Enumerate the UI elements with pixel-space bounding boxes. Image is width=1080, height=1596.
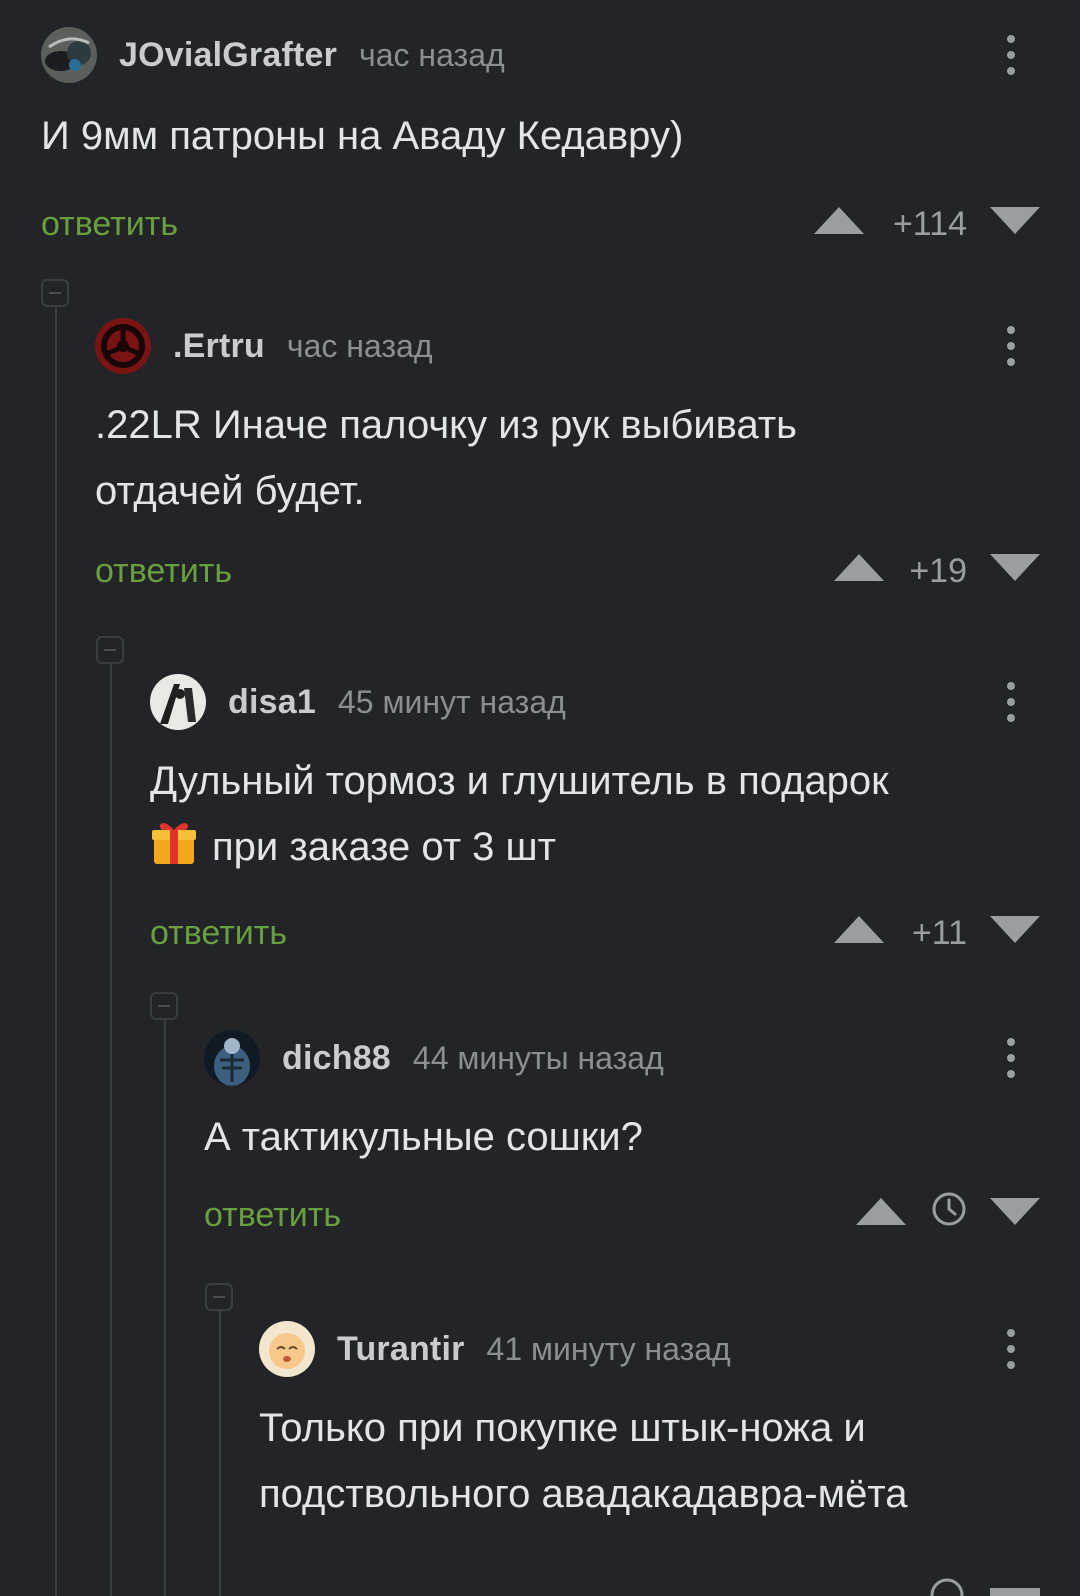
- timestamp: час назад: [286, 327, 433, 364]
- username[interactable]: disa1: [228, 683, 316, 722]
- thread-line: [55, 306, 57, 1596]
- upvote-icon[interactable]: [856, 1198, 906, 1225]
- clock-icon: [932, 1192, 966, 1226]
- clock-icon: [930, 1578, 964, 1596]
- comment: dich88 44 минуты назад А тактикульные со…: [204, 1030, 1040, 1240]
- comment-text-line: при заказе от 3 шт: [150, 814, 1040, 886]
- downvote-icon[interactable]: [990, 554, 1040, 581]
- downvote-icon[interactable]: [990, 1588, 1040, 1596]
- comment-text: Только при покупке штык-ножа и подстволь…: [259, 1406, 908, 1516]
- comment-text: .22LR Иначе палочку из рук выбивать отда…: [95, 403, 798, 513]
- comment: JOvialGrafter час назад И 9мм патроны на…: [41, 27, 1040, 249]
- downvote-icon[interactable]: [990, 207, 1040, 234]
- avatar[interactable]: [95, 318, 151, 374]
- more-vertical-icon[interactable]: [1006, 31, 1016, 79]
- reply-button[interactable]: ответить: [150, 914, 287, 953]
- downvote-icon[interactable]: [990, 916, 1040, 943]
- timestamp: 44 минуты назад: [412, 1039, 664, 1076]
- gift-emoji: [150, 818, 198, 886]
- username[interactable]: JOvialGrafter: [119, 36, 337, 75]
- comment-actions: ответить: [204, 1190, 1040, 1240]
- username[interactable]: Turantir: [337, 1330, 465, 1369]
- comment-header: .Ertru час назад: [95, 318, 1040, 374]
- comment: disa1 45 минут назад Дульный тормоз и гл…: [150, 674, 1040, 958]
- more-vertical-icon[interactable]: [1006, 678, 1016, 726]
- timestamp: 45 минут назад: [337, 683, 566, 720]
- comment-text: А тактикульные сошки?: [204, 1115, 643, 1159]
- comment-text-line: Дульный тормоз и глушитель в подарок: [150, 759, 889, 803]
- comment: Turantir 41 минуту назад Только при поку…: [259, 1321, 1040, 1527]
- comment-header: disa1 45 минут назад: [150, 674, 1040, 730]
- thread-line: [164, 1019, 166, 1596]
- more-vertical-icon[interactable]: [1006, 322, 1016, 370]
- comment-header: JOvialGrafter час назад: [41, 27, 1040, 83]
- thread-line: [110, 663, 112, 1596]
- comment-header: dich88 44 минуты назад: [204, 1030, 1040, 1086]
- collapse-thread-button[interactable]: [205, 1283, 233, 1311]
- comment: .Ertru час назад .22LR Иначе палочку из …: [95, 318, 1040, 596]
- upvote-icon[interactable]: [814, 207, 864, 234]
- collapse-thread-button[interactable]: [96, 636, 124, 664]
- avatar[interactable]: [150, 674, 206, 730]
- thread-line: [219, 1310, 221, 1596]
- username[interactable]: .Ertru: [173, 327, 265, 366]
- reply-button[interactable]: ответить: [204, 1196, 341, 1235]
- downvote-icon[interactable]: [990, 1198, 1040, 1225]
- comment-text-fragment: при заказе от 3 шт: [212, 825, 556, 869]
- timestamp: час назад: [359, 36, 505, 73]
- more-vertical-icon[interactable]: [1006, 1034, 1016, 1082]
- avatar[interactable]: [41, 27, 97, 83]
- more-vertical-icon[interactable]: [1006, 1325, 1016, 1373]
- comment-text: Дульный тормоз и глушитель в подарок при…: [150, 748, 1040, 886]
- comment-text: И 9мм патроны на Аваду Кедавру): [41, 114, 684, 158]
- avatar[interactable]: [259, 1321, 315, 1377]
- comment-actions: ответить +19: [95, 546, 1040, 596]
- avatar[interactable]: [204, 1030, 260, 1086]
- upvote-icon[interactable]: [834, 916, 884, 943]
- timestamp: 41 минуту назад: [486, 1330, 731, 1367]
- reply-button[interactable]: ответить: [41, 205, 178, 244]
- collapse-thread-button[interactable]: [41, 279, 69, 307]
- reply-button[interactable]: ответить: [95, 552, 232, 591]
- collapse-thread-button[interactable]: [150, 992, 178, 1020]
- comment-header: Turantir 41 минуту назад: [259, 1321, 1040, 1377]
- upvote-icon[interactable]: [834, 554, 884, 581]
- vote-score: +19: [909, 552, 967, 590]
- vote-score: +11: [911, 914, 967, 952]
- username[interactable]: dich88: [282, 1039, 391, 1078]
- comment-actions: ответить +11: [150, 908, 1040, 958]
- vote-score: +114: [892, 205, 967, 243]
- comment-actions: ответить +114: [41, 199, 1040, 249]
